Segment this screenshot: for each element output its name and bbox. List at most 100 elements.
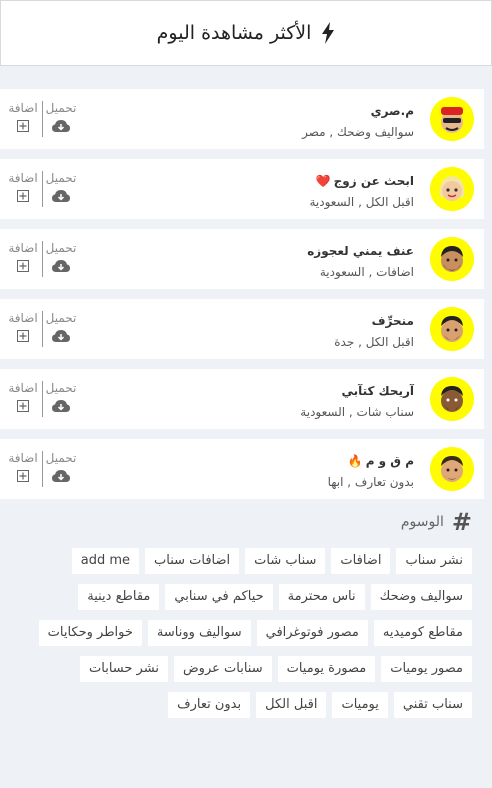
- tags-title: الوسوم: [400, 514, 444, 530]
- add-label: اضافة: [8, 451, 38, 465]
- tag-link[interactable]: add me: [71, 548, 139, 574]
- download-label: تحميل: [45, 101, 77, 115]
- account-emoji: ❤️: [315, 174, 331, 188]
- avatar[interactable]: [430, 447, 474, 491]
- account-name-text[interactable]: عنف يمني لعجوزه: [307, 244, 414, 258]
- tag-link[interactable]: مقاطع كوميديه: [373, 620, 472, 646]
- cloud-download-icon: [52, 470, 70, 482]
- avatar[interactable]: [430, 237, 474, 281]
- account-row[interactable]: عنف يمني لعجوزه اضافات , السعودية تحميل …: [0, 229, 484, 289]
- divider: [42, 101, 43, 137]
- download-button[interactable]: تحميل: [42, 239, 80, 272]
- add-button[interactable]: اضافة: [4, 99, 42, 132]
- tags-header: # الوسوم: [401, 510, 472, 534]
- account-actions: تحميل اضافة: [4, 99, 80, 139]
- plus-square-icon: [17, 260, 29, 272]
- divider: [42, 311, 43, 347]
- add-label: اضافة: [8, 171, 38, 185]
- tag-link[interactable]: مقاطع دينية: [78, 584, 160, 610]
- avatar[interactable]: [430, 377, 474, 421]
- account-actions: تحميل اضافة: [4, 169, 80, 209]
- add-button[interactable]: اضافة: [4, 239, 42, 272]
- avatar[interactable]: [430, 167, 474, 211]
- tag-link[interactable]: سواليف ووناسة: [147, 620, 251, 646]
- tag-link[interactable]: اقبل الكل: [256, 692, 327, 718]
- tag-link[interactable]: سناب شات: [245, 548, 326, 574]
- account-actions: تحميل اضافة: [4, 379, 80, 419]
- account-actions: تحميل اضافة: [4, 449, 80, 489]
- account-name[interactable]: م ق و م 🔥: [348, 454, 414, 468]
- tag-link[interactable]: نشر سناب: [396, 548, 472, 574]
- account-name-text[interactable]: م.صري: [371, 104, 414, 118]
- account-desc: اقبل الكل , السعودية: [309, 195, 414, 209]
- account-name[interactable]: عنف يمني لعجوزه: [304, 244, 414, 258]
- account-name-text[interactable]: منحرِّف: [372, 314, 414, 328]
- tag-link[interactable]: خواطر وحكايات: [38, 620, 142, 646]
- account-emoji: 🔥: [347, 454, 363, 468]
- add-label: اضافة: [8, 381, 38, 395]
- page-title: الأكثر مشاهدة اليوم: [156, 22, 312, 44]
- tag-link[interactable]: سناب تقني: [393, 692, 472, 718]
- account-name[interactable]: آريحك كتآبي: [338, 384, 414, 398]
- account-actions: تحميل اضافة: [4, 309, 80, 349]
- account-name[interactable]: ابحث عن زوج ❤️: [316, 174, 414, 188]
- account-desc: اضافات , السعودية: [319, 265, 414, 279]
- cloud-download-icon: [52, 330, 70, 342]
- add-button[interactable]: اضافة: [4, 449, 42, 482]
- tags-list: نشر سناب اضافات سناب شات اضافات سناب add…: [12, 548, 472, 718]
- account-name-text[interactable]: م ق و م: [366, 454, 414, 468]
- tag-link[interactable]: اضافات: [331, 548, 391, 574]
- plus-square-icon: [17, 400, 29, 412]
- lightning-bolt-icon: [321, 22, 335, 44]
- cloud-download-icon: [52, 120, 70, 132]
- plus-square-icon: [17, 330, 29, 342]
- tag-link[interactable]: سنابات عروض: [173, 656, 272, 682]
- divider: [42, 381, 43, 417]
- tag-link[interactable]: نشر حسابات: [80, 656, 168, 682]
- download-button[interactable]: تحميل: [42, 99, 80, 132]
- hashtag-icon: #: [451, 508, 472, 536]
- account-row[interactable]: م.صري سواليف وضحك , مصر تحميل اضافة: [0, 89, 484, 149]
- download-label: تحميل: [45, 241, 77, 255]
- add-button[interactable]: اضافة: [4, 309, 42, 342]
- account-row[interactable]: منحرِّف اقبل الكل , جدة تحميل اضافة: [0, 299, 484, 359]
- add-label: اضافة: [8, 311, 38, 325]
- tag-link[interactable]: مصور يوميات: [381, 656, 472, 682]
- tag-link[interactable]: بدون تعارف: [168, 692, 251, 718]
- cloud-download-icon: [52, 260, 70, 272]
- tag-link[interactable]: مصورة يوميات: [277, 656, 376, 682]
- plus-square-icon: [17, 470, 29, 482]
- account-name-text[interactable]: ابحث عن زوج: [334, 174, 414, 188]
- account-desc: بدون تعارف , ابها: [327, 475, 414, 489]
- plus-square-icon: [17, 120, 29, 132]
- avatar[interactable]: [430, 97, 474, 141]
- account-name[interactable]: منحرِّف: [369, 314, 414, 328]
- cloud-download-icon: [52, 400, 70, 412]
- download-label: تحميل: [45, 381, 77, 395]
- tag-link[interactable]: حياكم في سنابي: [165, 584, 273, 610]
- account-row[interactable]: ابحث عن زوج ❤️ اقبل الكل , السعودية تحمي…: [0, 159, 484, 219]
- account-row[interactable]: م ق و م 🔥 بدون تعارف , ابها تحميل اضافة: [0, 439, 484, 499]
- account-name-text[interactable]: آريحك كتآبي: [341, 384, 414, 398]
- add-button[interactable]: اضافة: [4, 379, 42, 412]
- account-desc: سواليف وضحك , مصر: [302, 125, 414, 139]
- tag-link[interactable]: يوميات: [332, 692, 388, 718]
- account-row[interactable]: آريحك كتآبي سناب شات , السعودية تحميل اض…: [0, 369, 484, 429]
- download-button[interactable]: تحميل: [42, 449, 80, 482]
- avatar[interactable]: [430, 307, 474, 351]
- tag-link[interactable]: سواليف وضحك: [370, 584, 472, 610]
- download-button[interactable]: تحميل: [42, 309, 80, 342]
- download-button[interactable]: تحميل: [42, 379, 80, 412]
- add-label: اضافة: [8, 241, 38, 255]
- download-label: تحميل: [45, 451, 77, 465]
- add-button[interactable]: اضافة: [4, 169, 42, 202]
- account-name[interactable]: م.صري: [368, 104, 414, 118]
- download-button[interactable]: تحميل: [42, 169, 80, 202]
- cloud-download-icon: [52, 190, 70, 202]
- add-label: اضافة: [8, 101, 38, 115]
- tag-link[interactable]: مصور فوتوغرافي: [256, 620, 368, 646]
- download-label: تحميل: [45, 311, 77, 325]
- tag-link[interactable]: اضافات سناب: [145, 548, 240, 574]
- plus-square-icon: [17, 190, 29, 202]
- tag-link[interactable]: ناس محترمة: [278, 584, 365, 610]
